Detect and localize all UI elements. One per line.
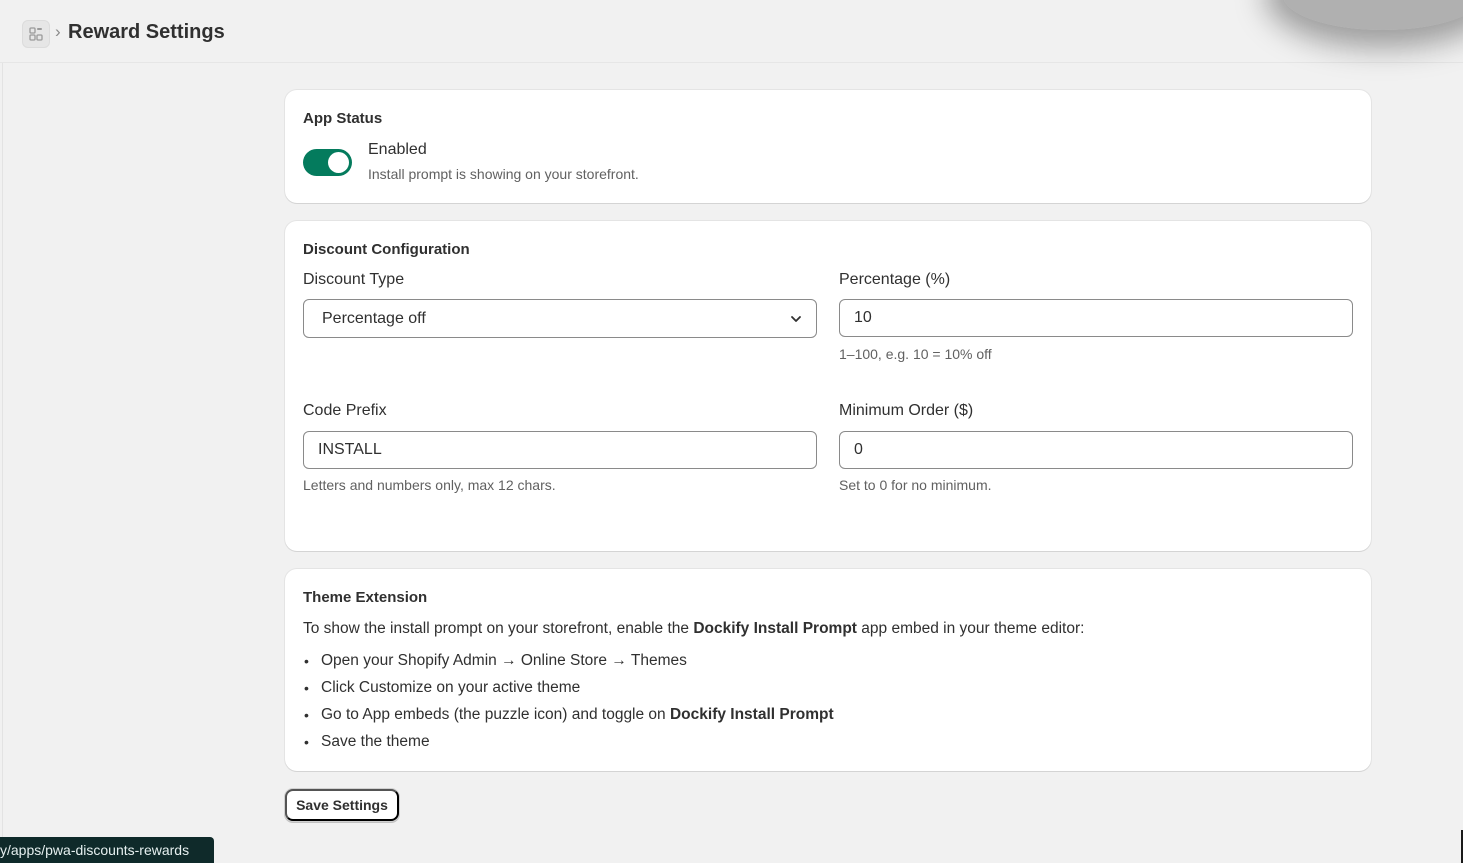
chevron-down-icon (791, 315, 801, 322)
breadcrumb-separator: › (55, 22, 61, 41)
top-bar: › Reward Settings (0, 0, 1463, 63)
app-grid-icon[interactable] (22, 20, 50, 48)
theme-extension-title: Theme Extension (303, 589, 428, 606)
percentage-value: 10 (854, 309, 872, 326)
minimum-order-help: Set to 0 for no minimum. (839, 477, 992, 493)
code-prefix-input[interactable]: INSTALL (303, 431, 817, 469)
intro-text-end: app embed in your theme editor: (856, 620, 1085, 637)
step3-app-name: Dockify Install Prompt (669, 706, 834, 723)
left-divider (2, 63, 3, 863)
discount-type-select[interactable]: Percentage off (303, 299, 817, 338)
discount-configuration-card: Discount Configuration Discount Type Per… (285, 221, 1371, 551)
discount-configuration-title: Discount Configuration (303, 241, 470, 258)
intro-app-name: Dockify Install Prompt (693, 620, 857, 637)
status-description: Install prompt is showing on your storef… (368, 166, 639, 182)
list-item: Open your Shopify Admin → Online Store →… (303, 651, 834, 678)
status-label: Enabled (368, 141, 427, 158)
status-bar-url: y/apps/pwa-discounts-rewards (0, 837, 214, 863)
theme-extension-intro: To show the install prompt on your store… (303, 620, 1084, 638)
window-corner-shadow (1283, 0, 1463, 30)
page-title: Reward Settings (68, 21, 225, 43)
toggle-knob (328, 152, 349, 173)
save-settings-button[interactable]: Save Settings (285, 789, 399, 821)
discount-type-value: Percentage off (322, 309, 426, 327)
code-prefix-help: Letters and numbers only, max 12 chars. (303, 477, 556, 493)
discount-type-label: Discount Type (303, 271, 405, 288)
list-item: Click Customize on your active theme (303, 678, 834, 705)
theme-extension-card: Theme Extension To show the install prom… (285, 569, 1371, 771)
intro-text: To show the install prompt on your store… (303, 620, 694, 637)
percentage-input[interactable]: 10 (839, 299, 1353, 337)
list-item: Save the theme (303, 732, 834, 759)
code-prefix-value: INSTALL (318, 441, 382, 458)
minimum-order-value: 0 (854, 441, 863, 458)
app-status-title: App Status (303, 110, 383, 127)
step3-text: Go to App embeds (the puzzle icon) and t… (321, 706, 670, 723)
minimum-order-label: Minimum Order ($) (839, 402, 974, 419)
minimum-order-input[interactable]: 0 (839, 431, 1353, 469)
percentage-help: 1–100, e.g. 10 = 10% off (839, 346, 992, 362)
list-item: Go to App embeds (the puzzle icon) and t… (303, 705, 834, 732)
steps-list: Open your Shopify Admin → Online Store →… (303, 651, 834, 759)
app-status-toggle[interactable] (303, 149, 352, 176)
page: › Reward Settings App Status Enabled Ins… (0, 0, 1463, 863)
code-prefix-label: Code Prefix (303, 402, 387, 419)
percentage-label: Percentage (%) (839, 271, 951, 288)
app-status-card: App Status Enabled Install prompt is sho… (285, 90, 1371, 203)
